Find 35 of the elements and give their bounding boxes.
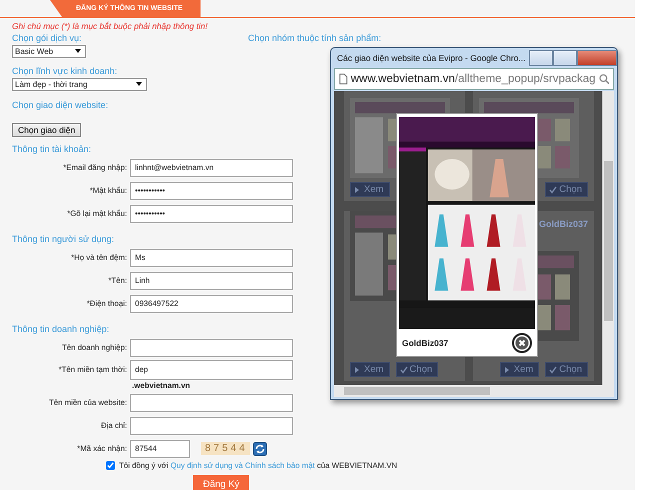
- check-icon: [400, 366, 408, 374]
- check-icon: [549, 366, 558, 374]
- page-icon: [339, 73, 348, 85]
- business-field-label: Chọn lĩnh vực kinh doanh:: [12, 65, 118, 77]
- vertical-scrollbar[interactable]: [602, 91, 614, 397]
- section-title: Thông tin doanh nghiệp:: [12, 323, 110, 335]
- theme-label: Chọn giao diện website:: [12, 99, 108, 111]
- section-title: Thông tin tài khoản:: [12, 143, 92, 155]
- attribute-group-label: Chọn nhóm thuộc tính sản phẩm:: [248, 33, 382, 44]
- refresh-icon[interactable]: [252, 442, 267, 456]
- section-title: Thông tin người sử dụng:: [12, 233, 116, 245]
- dropdown-arrow-icon: [136, 82, 142, 86]
- horizontal-scrollbar[interactable]: [334, 385, 603, 397]
- url-text: www.webvietnam.vn/alltheme_popup/srvpackag: [350, 73, 596, 85]
- check-icon: [549, 186, 558, 194]
- agree-checkbox[interactable]: [106, 461, 115, 470]
- business-field-select[interactable]: Làm đẹp - thời trang: [12, 78, 147, 91]
- input-field[interactable]: [130, 394, 293, 412]
- maximize-button[interactable]: [552, 50, 577, 66]
- theme-name: GoldBiz037: [402, 338, 448, 348]
- search-icon[interactable]: [598, 73, 609, 85]
- address-bar[interactable]: www.webvietnam.vn/alltheme_popup/srvpackag: [334, 68, 614, 90]
- minimize-button[interactable]: [528, 50, 553, 66]
- service-package-label: Chọn gói dịch vụ:: [12, 32, 82, 44]
- service-package-select[interactable]: Basic Web: [12, 45, 86, 58]
- dropdown-arrow-icon: [75, 49, 81, 53]
- close-icon[interactable]: [512, 333, 532, 353]
- captcha-image: 87544: [201, 442, 250, 455]
- close-button[interactable]: [576, 50, 617, 66]
- choose-theme-button[interactable]: Chọn giao diện: [12, 123, 82, 137]
- window-title: Các giao diện website của Evipro - Google Chro...: [337, 53, 526, 63]
- input-field[interactable]: [130, 416, 293, 434]
- required-note: Ghi chú mục (*) là mục bắt buộc phải nhập thông tin!: [12, 21, 209, 31]
- theme-name: GoldBiz037: [538, 218, 588, 231]
- input-field[interactable]: [130, 338, 293, 356]
